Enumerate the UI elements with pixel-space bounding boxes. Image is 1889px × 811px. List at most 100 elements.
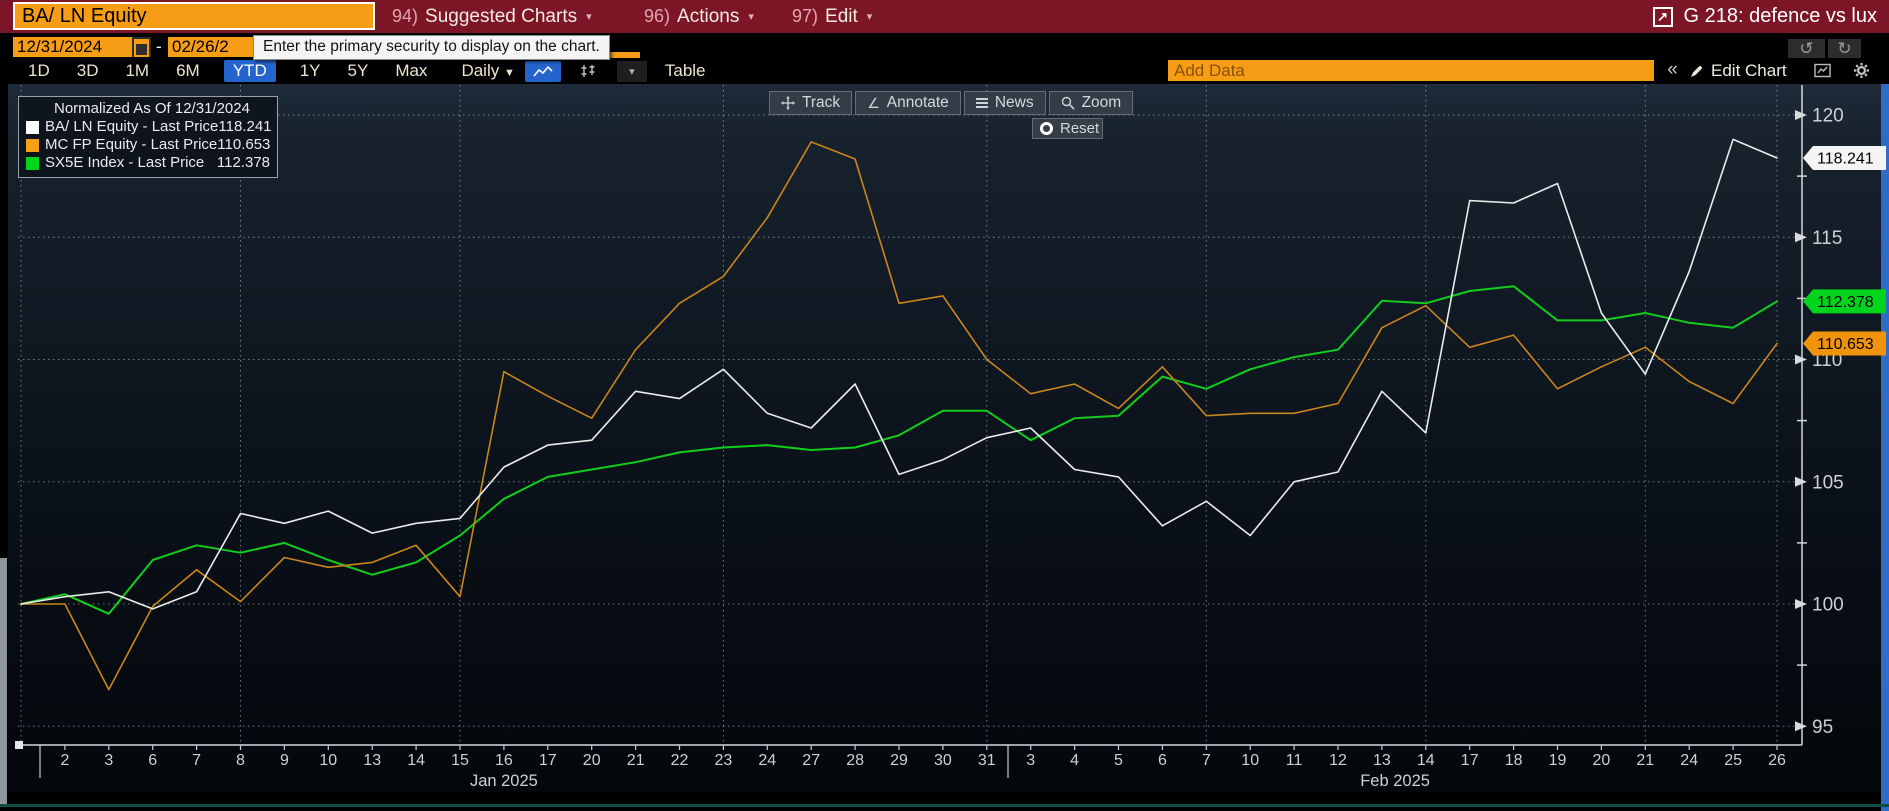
frequency-dropdown[interactable]: Daily ▼	[461, 61, 514, 81]
magnifier-icon	[1061, 96, 1075, 110]
month-label: Feb 2025	[1360, 772, 1430, 790]
period-button-ytd[interactable]: YTD	[223, 60, 276, 82]
axis-drag-handle[interactable]	[15, 741, 23, 749]
menu-number: 94)	[392, 6, 419, 26]
menu-label: Actions	[677, 5, 740, 27]
x-tick-label: 7	[1202, 752, 1211, 769]
x-tick-label: 3	[104, 752, 113, 769]
reset-button[interactable]: Reset	[1032, 118, 1103, 139]
undo-button[interactable]: ↺	[1788, 39, 1825, 60]
settings-button[interactable]	[1842, 60, 1880, 81]
period-button-1d[interactable]: 1D	[25, 60, 53, 82]
line-chart-icon	[533, 65, 553, 77]
end-date-field[interactable]: 02/26/2	[168, 37, 256, 57]
series-swatch	[26, 156, 39, 170]
menu-suggested-charts[interactable]: 94) Suggested Charts ▾	[392, 0, 592, 33]
left-edge-bar	[0, 558, 7, 805]
track-button[interactable]: Track	[769, 91, 853, 115]
period-button-1y[interactable]: 1Y	[297, 60, 324, 82]
x-tick-label: 13	[1373, 752, 1391, 769]
annotate-button[interactable]: ∠ Annotate	[855, 91, 961, 115]
x-tick-label: 30	[934, 752, 952, 769]
price-chart[interactable]: 951001051101151202 3 6 7 8 9 10 13 14 15 16 17 20 21 2…	[0, 0, 1889, 811]
legend-item[interactable]: BA/ LN Equity - Last Price 118.241	[26, 118, 272, 136]
x-tick-label: 5	[1114, 752, 1123, 769]
legend-value: 110.653	[217, 136, 271, 153]
period-button-3d[interactable]: 3D	[74, 60, 102, 82]
legend-label: MC FP Equity - Last Price	[45, 136, 218, 153]
x-tick-label: 14	[1417, 752, 1435, 769]
x-tick-label: 10	[1241, 752, 1259, 769]
chart-notes-button[interactable]	[1806, 60, 1840, 81]
x-tick-label: 3	[1026, 752, 1035, 769]
legend-item[interactable]: MC FP Equity - Last Price 110.653	[26, 136, 270, 154]
chart-type-dropdown[interactable]: ▾	[616, 60, 647, 82]
date-separator: -	[156, 37, 162, 56]
chart-background	[8, 84, 1881, 792]
y-tick-label: 95	[1812, 717, 1833, 738]
chart-legend[interactable]: Normalized As Of 12/31/2024 BA/ LN Equit…	[18, 96, 278, 178]
right-edge-scrollbar[interactable]	[1881, 84, 1889, 811]
last-price-tag-label: 118.241	[1817, 151, 1874, 168]
bar-chart-type-button[interactable]	[571, 61, 607, 82]
menu-label: Suggested Charts	[425, 5, 578, 27]
crosshair-icon	[781, 96, 795, 110]
collapse-panel-button[interactable]: «	[1659, 60, 1686, 81]
series-swatch	[26, 138, 39, 152]
x-tick-label: 12	[1329, 752, 1347, 769]
add-data-input[interactable]: Add Data	[1168, 60, 1654, 81]
legend-item[interactable]: SX5E Index - Last Price 112.378	[26, 154, 270, 172]
line-chart-type-button[interactable]	[524, 60, 561, 82]
x-tick-label: 15	[451, 752, 469, 769]
reset-dot-icon	[1040, 122, 1053, 135]
x-tick-label: 8	[236, 752, 245, 769]
legend-label: SX5E Index - Last Price	[45, 154, 205, 171]
chart-tool-bar: Track ∠ Annotate News Zoom	[769, 91, 1134, 115]
x-tick-label: 25	[1724, 752, 1742, 769]
period-button-group: 1D 3D 1M 6M YTD 1Y 5Y Max	[25, 60, 451, 82]
period-button-6m[interactable]: 6M	[173, 60, 203, 82]
bottom-edge-line	[0, 804, 1889, 807]
chevron-down-icon: ▾	[586, 11, 592, 23]
period-button-1m[interactable]: 1M	[122, 60, 152, 82]
x-tick-label: 23	[715, 752, 733, 769]
news-lines-icon	[975, 98, 988, 108]
x-tick-label: 13	[363, 752, 381, 769]
x-tick-label: 2	[60, 752, 69, 769]
title-bar: BA/ LN Equity 94) Suggested Charts ▾ 96)…	[0, 0, 1889, 33]
legend-value: 118.241	[218, 118, 272, 135]
x-tick-label: 19	[1549, 752, 1567, 769]
period-button-5y[interactable]: 5Y	[345, 60, 372, 82]
popout-icon[interactable]: ↗	[1652, 6, 1673, 27]
x-tick-label: 7	[192, 752, 201, 769]
legend-label: BA/ LN Equity - Last Price	[45, 118, 219, 135]
security-input[interactable]: BA/ LN Equity	[13, 2, 375, 30]
x-tick-label: 22	[671, 752, 689, 769]
menu-number: 96)	[644, 6, 671, 26]
x-tick-label: 6	[1158, 752, 1167, 769]
redo-button[interactable]: ↻	[1828, 39, 1861, 60]
candlestick-icon	[581, 65, 595, 77]
start-date-field[interactable]: 12/31/2024	[13, 37, 132, 57]
chart-edit-icon	[1814, 63, 1831, 78]
x-tick-label: 29	[890, 752, 908, 769]
edit-chart-button[interactable]: Edit Chart	[1690, 60, 1787, 81]
news-button[interactable]: News	[963, 91, 1046, 115]
x-tick-label: 27	[802, 752, 820, 769]
table-button[interactable]: Table	[665, 61, 706, 81]
menu-actions[interactable]: 96) Actions ▾	[644, 0, 754, 33]
chevron-down-icon: ▾	[866, 11, 873, 23]
period-button-max[interactable]: Max	[392, 60, 430, 82]
x-tick-label: 10	[319, 752, 337, 769]
gear-icon	[1853, 63, 1869, 78]
calendar-icon	[134, 39, 149, 57]
menu-edit[interactable]: 97) Edit ▾	[792, 0, 872, 33]
x-tick-label: 31	[978, 752, 996, 769]
x-tick-label: 21	[1636, 752, 1654, 769]
zoom-button[interactable]: Zoom	[1048, 91, 1134, 115]
x-tick-label: 17	[539, 752, 557, 769]
menu-number: 97)	[792, 6, 819, 26]
calendar-button[interactable]	[132, 37, 151, 57]
chevron-down-icon: ▼	[503, 67, 515, 79]
x-tick-label: 17	[1461, 752, 1479, 769]
